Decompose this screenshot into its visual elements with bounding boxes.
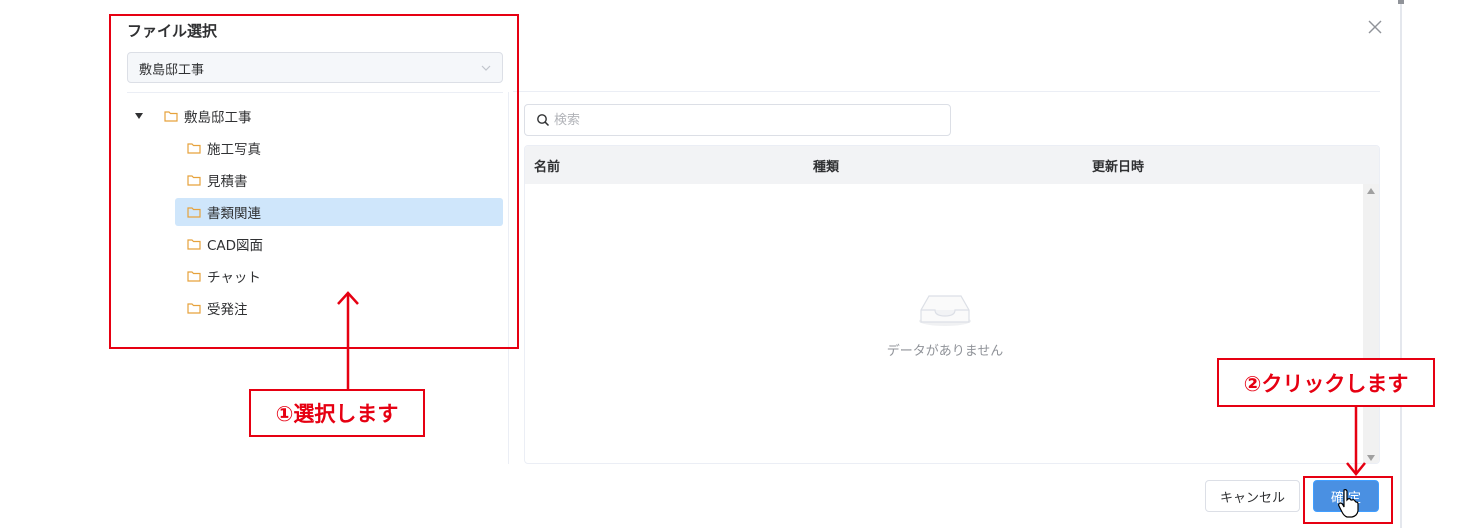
annotation-box-tree (109, 14, 519, 349)
file-table: 名前 種類 更新日時 データがありません (524, 145, 1380, 464)
scroll-up-icon[interactable] (1367, 188, 1375, 194)
column-header-updated[interactable]: 更新日時 (1092, 156, 1144, 175)
annotation-step2-label: ②クリックします (1217, 358, 1435, 407)
column-header-type[interactable]: 種類 (813, 156, 839, 175)
column-header-name[interactable]: 名前 (534, 156, 560, 175)
close-button[interactable] (1364, 16, 1386, 38)
page-edge (1400, 0, 1402, 528)
search-box (524, 104, 951, 136)
empty-text: データがありません (886, 344, 1004, 359)
arrow-up-icon (337, 291, 359, 389)
annotation-box-confirm (1303, 476, 1393, 524)
search-icon (537, 114, 550, 127)
empty-inbox-icon (919, 295, 971, 326)
arrow-down-icon (1346, 405, 1366, 476)
header-divider (513, 91, 1380, 92)
annotation-step1-label: ①選択します (249, 389, 425, 437)
search-input[interactable] (554, 108, 934, 132)
table-header: 名前 種類 更新日時 (525, 146, 1379, 184)
close-icon (1368, 20, 1382, 34)
edge-tick (1398, 0, 1404, 4)
cancel-button[interactable]: キャンセル (1205, 480, 1300, 512)
